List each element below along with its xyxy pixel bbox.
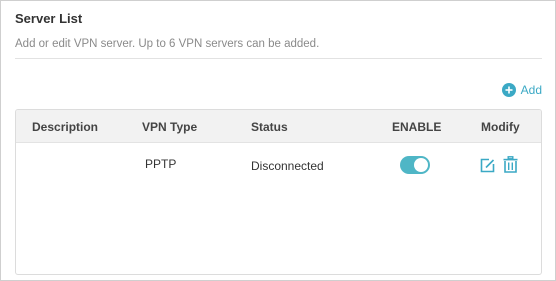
server-table: Description VPN Type Status ENABLE Modif… (15, 109, 542, 275)
cell-vpn-type: PPTP (145, 157, 177, 171)
column-header-vpn-type: VPN Type (142, 120, 198, 134)
toggle-knob (414, 158, 428, 172)
plus-circle-icon (501, 83, 516, 97)
table-header: Description VPN Type Status ENABLE Modif… (16, 110, 541, 143)
table-row: PPTP Disconnected (16, 143, 541, 188)
column-header-description: Description (32, 120, 99, 134)
panel-subtitle: Add or edit VPN server. Up to 6 VPN serv… (15, 38, 320, 50)
add-label: Add (520, 83, 542, 97)
divider (15, 58, 542, 59)
edit-icon[interactable] (480, 158, 495, 173)
panel-title: Server List (15, 11, 83, 26)
enable-toggle[interactable] (400, 156, 430, 174)
trash-icon[interactable] (503, 156, 518, 173)
server-list-panel: Server List Add or edit VPN server. Up t… (0, 0, 556, 281)
column-header-status: Status (251, 120, 288, 134)
column-header-modify: Modify (481, 120, 520, 134)
cell-status: Disconnected (251, 159, 324, 173)
add-server-button[interactable]: Add (501, 83, 542, 97)
column-header-enable: ENABLE (392, 120, 442, 134)
